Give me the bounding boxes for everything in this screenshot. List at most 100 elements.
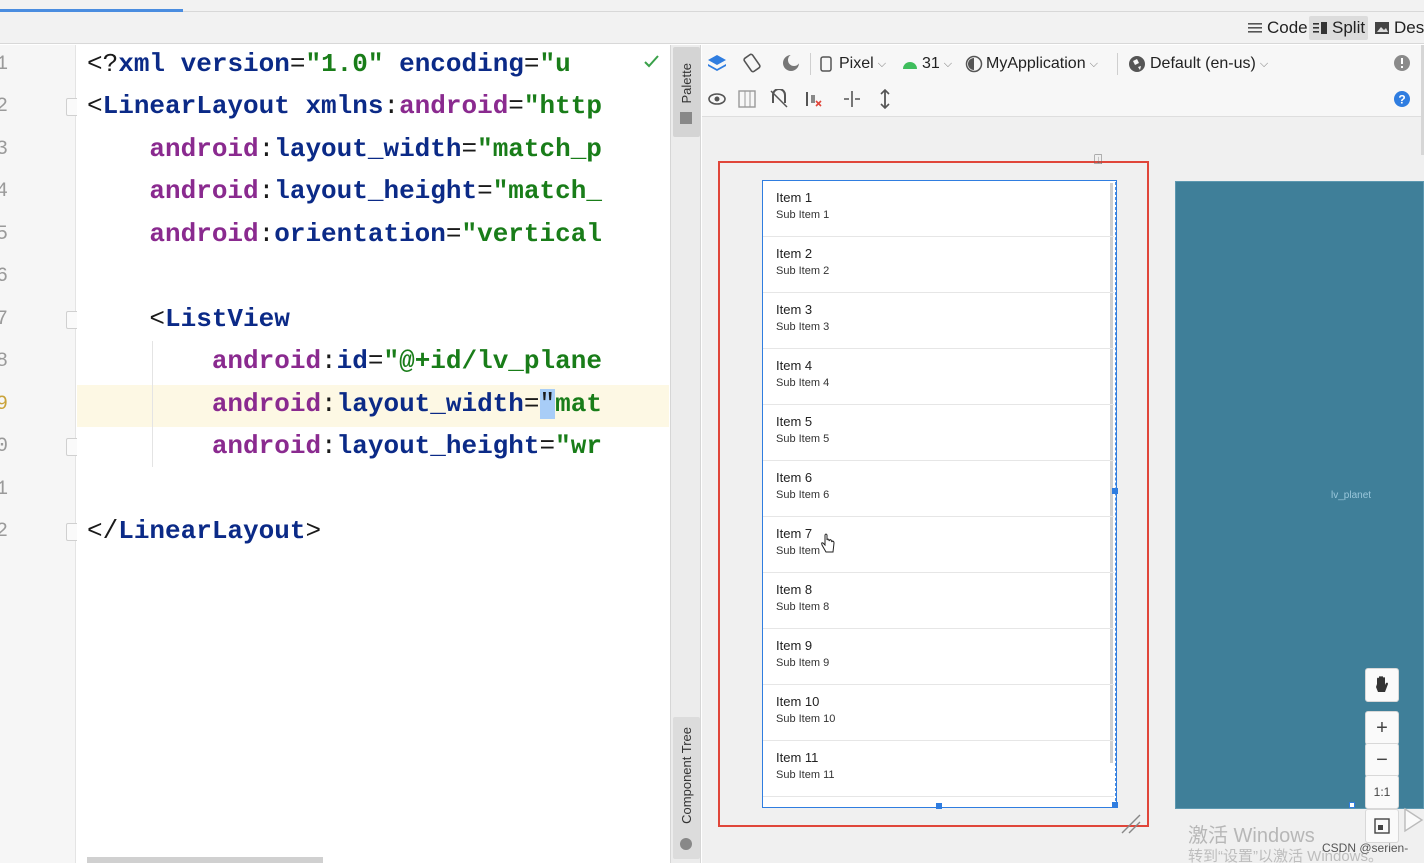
zoom-out-button[interactable]: − [1365, 743, 1399, 777]
list-item-subtitle: Sub Item 3 [776, 321, 830, 333]
list-item[interactable]: Item 11 Sub Item 11 [763, 741, 1114, 797]
code-mode-button[interactable]: Code [1244, 16, 1311, 40]
component-tree-label: Component Tree [679, 727, 694, 824]
csdn-credit: CSDN @serien- [1322, 841, 1409, 855]
clear-constraints-icon[interactable] [803, 89, 823, 109]
fit-screen-button[interactable] [1365, 809, 1399, 843]
magnet-icon[interactable] [769, 89, 789, 109]
code-token: = [461, 134, 478, 164]
code-token: "match_p [477, 134, 602, 164]
list-item[interactable]: Item 7 Sub Item [763, 517, 1114, 573]
code-token: "1.0" [305, 49, 384, 79]
pack-vertical-icon[interactable] [875, 89, 895, 109]
list-item[interactable]: Item 6 Sub Item 6 [763, 461, 1114, 517]
code-token: layout_width [336, 389, 524, 419]
list-item[interactable]: Item 3 Sub Item 3 [763, 293, 1114, 349]
minus-icon: − [1376, 748, 1388, 771]
code-token: "http [523, 91, 602, 121]
orientation-icon[interactable] [742, 53, 762, 73]
line-number: 1 [0, 53, 9, 76]
list-item[interactable]: Item 2 Sub Item 2 [763, 237, 1114, 293]
pan-button[interactable] [1365, 668, 1399, 702]
list-item[interactable]: Item 10 Sub Item 10 [763, 685, 1114, 741]
chevron-down-icon: ⌵ [877, 57, 887, 70]
code-token: = [508, 91, 524, 121]
list-item[interactable]: Item 1 Sub Item 1 [763, 181, 1114, 237]
help-icon[interactable]: ? [1392, 89, 1412, 109]
resize-corner-icon[interactable] [1120, 813, 1142, 835]
palette-label: Palette [679, 63, 694, 104]
resize-handle[interactable] [1349, 802, 1355, 808]
code-mode-label: Code [1267, 18, 1308, 37]
blueprint-view-label: lv_planet [1331, 490, 1372, 501]
code-token: </ [87, 516, 119, 546]
code-line: android:layout_height="match_ [87, 176, 602, 206]
toolbar-separator [1117, 53, 1118, 75]
list-item[interactable]: Item 5 Sub Item 5 [763, 405, 1114, 461]
blueprint-toggle-icon[interactable] [737, 89, 757, 109]
list-item-title: Item 10 [776, 694, 820, 709]
globe-icon [1129, 56, 1145, 72]
list-item-title: Item 2 [776, 246, 813, 261]
app-theme-selector[interactable]: MyApplication ⌵ [965, 53, 1098, 75]
code-line: android:layout_height="wr [87, 431, 602, 461]
locale-selector[interactable]: Default (en-us) ⌵ [1128, 53, 1268, 75]
design-mode-button[interactable]: Desi [1371, 16, 1424, 40]
chevron-down-icon: ⌵ [1089, 57, 1098, 70]
line-number: 3 [0, 138, 9, 161]
pin-icon[interactable]: ⍗ [1094, 151, 1102, 168]
resize-handle[interactable] [1112, 488, 1118, 494]
line-number: 2 [0, 95, 9, 118]
code-token: ListView [165, 304, 290, 334]
editor-tab-strip [0, 0, 1424, 12]
actual-size-button[interactable]: 1:1 [1365, 775, 1399, 809]
split-mode-button[interactable]: Split [1309, 16, 1369, 40]
list-item-subtitle: Sub Item 9 [776, 657, 830, 669]
actual-size-label: 1:1 [1373, 785, 1391, 799]
list-item[interactable]: Item 4 Sub Item 4 [763, 349, 1114, 405]
list-item-subtitle: Sub Item 1 [776, 209, 830, 221]
device-selector[interactable]: Pixel ⌵ [820, 53, 886, 75]
component-tree-icon [680, 838, 692, 850]
palette-toggle[interactable]: Palette [673, 47, 700, 137]
code-token: orientation [274, 219, 446, 249]
line-number: 6 [0, 265, 9, 288]
list-item-subtitle: Sub Item 11 [776, 769, 835, 781]
phone-icon [820, 56, 832, 72]
api-level-label: 31 [922, 55, 940, 72]
list-item-title: Item 1 [776, 190, 813, 205]
active-file-tab[interactable] [0, 0, 183, 12]
code-token: layout_width [274, 134, 462, 164]
component-tree-toggle[interactable]: Component Tree [673, 717, 700, 859]
code-token: = [539, 431, 556, 461]
play-icon[interactable] [1402, 807, 1424, 833]
design-mode-label: Desi [1394, 18, 1424, 37]
list-item[interactable]: Item 9 Sub Item 9 [763, 629, 1114, 685]
code-token: : [258, 134, 275, 164]
editor-horizontal-scrollbar[interactable] [87, 857, 323, 863]
code-line: <ListView [87, 304, 290, 334]
zoom-in-button[interactable]: + [1365, 711, 1399, 745]
warning-icon[interactable] [1392, 53, 1412, 73]
list-item-subtitle: Sub Item 2 [776, 265, 830, 277]
api-level-selector[interactable]: 31 ⌵ [901, 53, 952, 75]
file-tab[interactable] [196, 0, 376, 8]
resize-handle[interactable] [936, 803, 942, 809]
design-surface-icon[interactable] [707, 53, 727, 73]
chevron-down-icon: ⌵ [943, 57, 953, 70]
pack-horizontal-icon[interactable] [842, 89, 862, 109]
eye-icon[interactable] [707, 89, 727, 109]
list-item[interactable]: Item 8 Sub Item 8 [763, 573, 1114, 629]
code-token: "@+id/lv_plane [383, 346, 602, 376]
night-mode-icon[interactable] [781, 53, 801, 73]
listview-preview[interactable]: Item 1 Sub Item 1 Item 2 Sub Item 2 Item 3… [762, 180, 1117, 808]
list-item-title: Item 7 [776, 526, 813, 541]
line-number: 5 [0, 223, 9, 246]
code-editor[interactable]: <?xml version="1.0" encoding="u <LinearLa… [77, 45, 669, 863]
resize-handle[interactable] [1112, 802, 1118, 808]
line-number-current: 9 [0, 393, 9, 416]
